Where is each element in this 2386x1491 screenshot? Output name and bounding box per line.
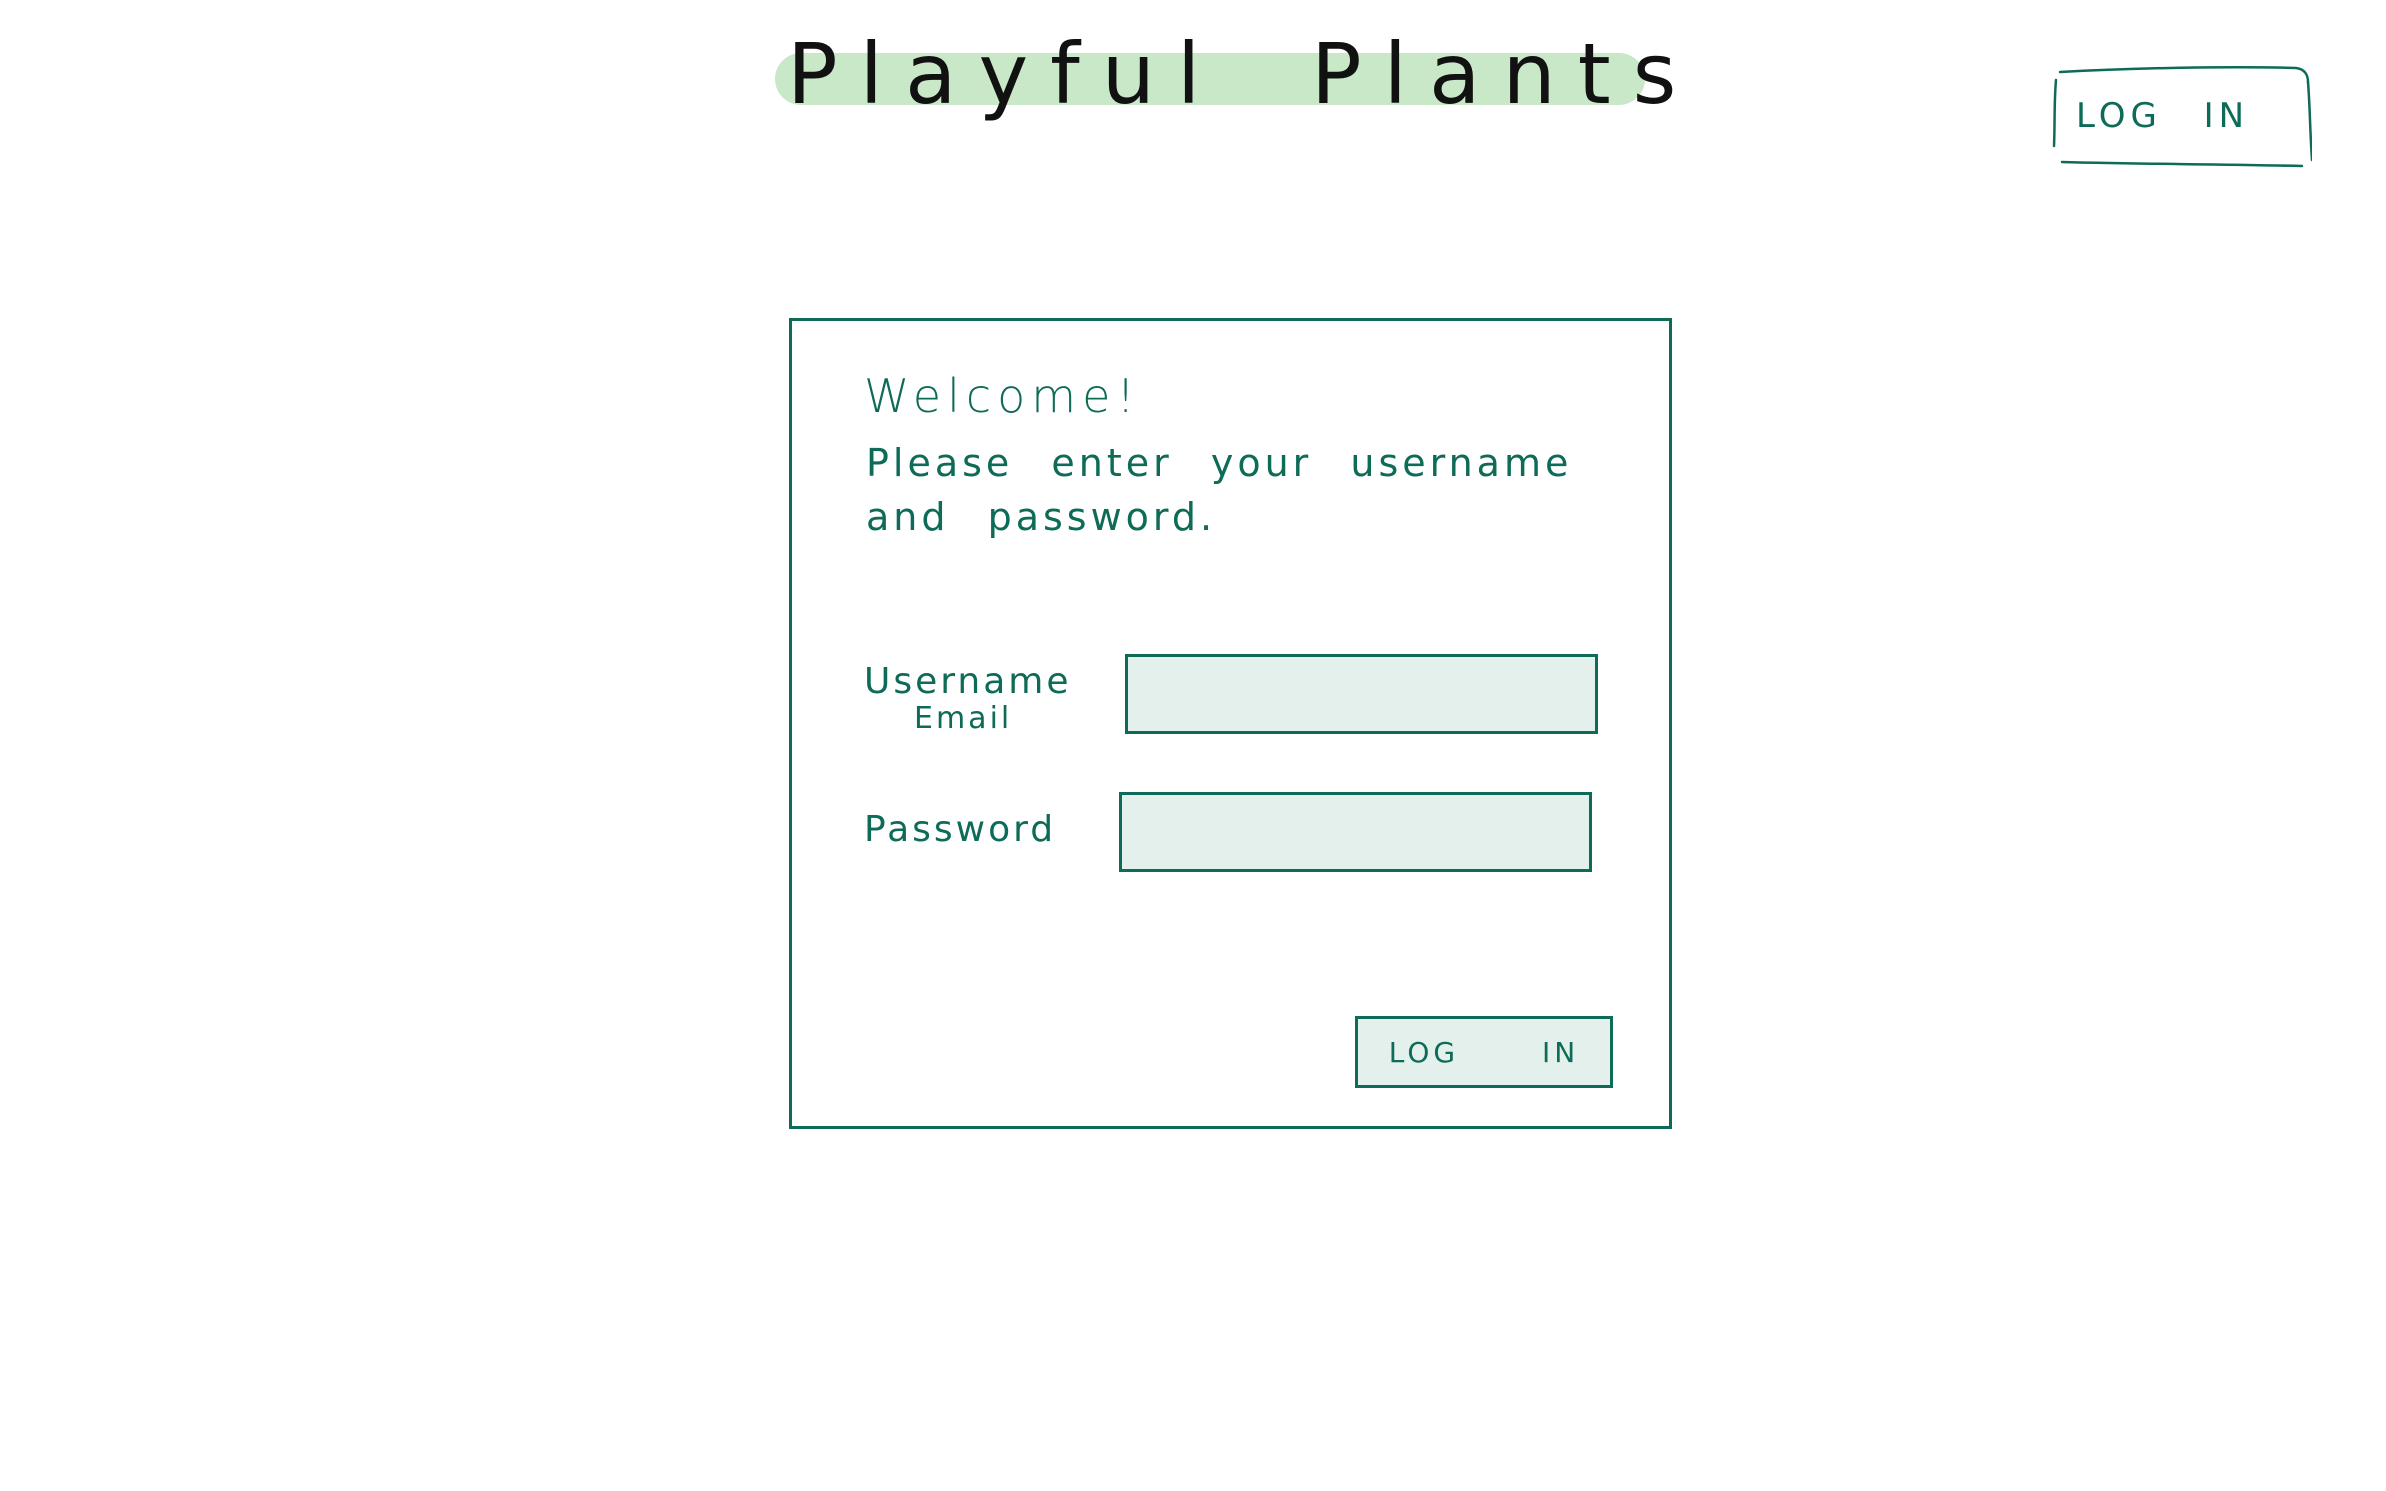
welcome-heading: Welcome! [864,369,1141,423]
password-input[interactable] [1119,792,1592,872]
password-label: Password [864,809,1057,850]
login-instructions: Please enter your username and password. [866,441,1573,539]
username-input[interactable] [1125,654,1598,734]
header-login-label: LOG IN [2076,96,2250,136]
login-card: Welcome! Please enter your username and … [789,318,1672,1129]
header-login-button[interactable]: LOG IN [2052,62,2312,168]
brand-title: Playful Plants [787,25,1699,123]
username-label: Username [864,661,1072,702]
email-sublabel: Email [914,701,1013,736]
brand: Playful Plants [775,28,1676,178]
login-submit-button[interactable]: LOG IN [1355,1016,1613,1088]
